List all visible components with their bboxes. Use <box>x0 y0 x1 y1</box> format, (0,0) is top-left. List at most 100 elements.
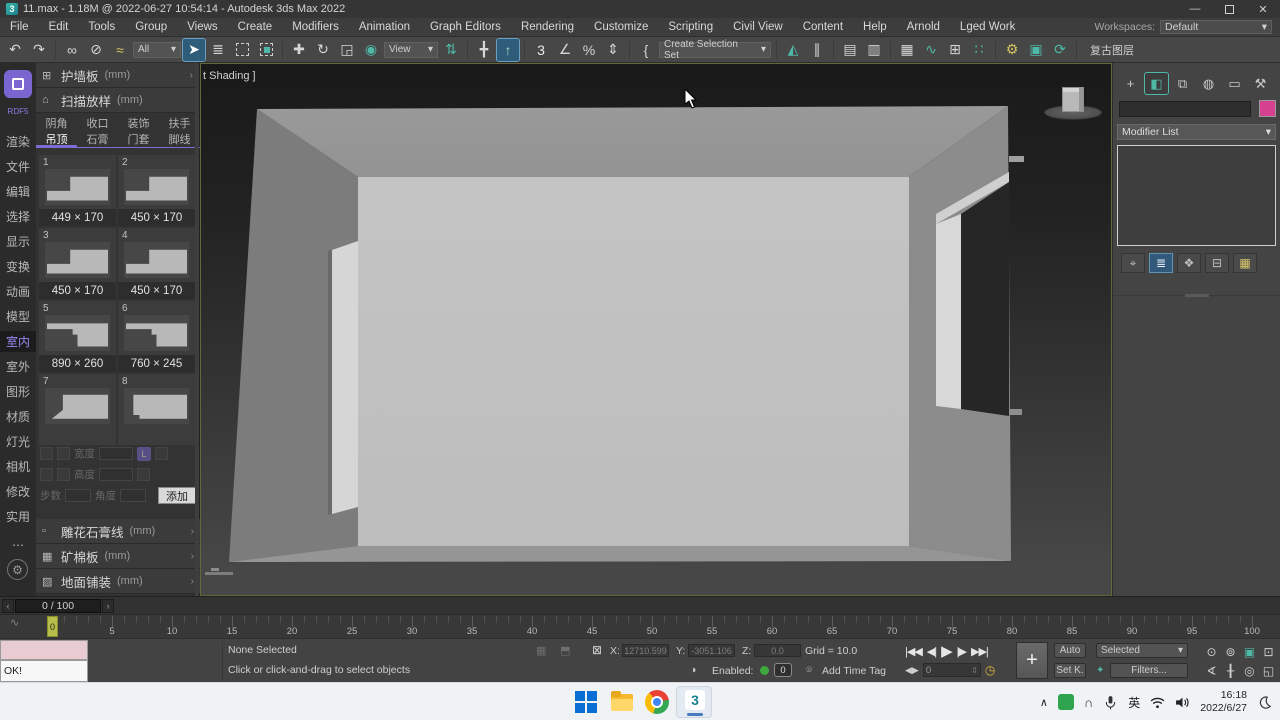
profile-item-3[interactable]: 3 450 × 170 <box>39 228 116 299</box>
profile-item-4[interactable]: 4 450 × 170 <box>118 228 195 299</box>
prev-key-button[interactable]: ◀| <box>927 645 937 658</box>
render-setup-icon[interactable]: ⚙ <box>1001 39 1023 61</box>
maxscript-listener-output[interactable]: OK! <box>0 660 88 682</box>
object-color-swatch[interactable] <box>1259 100 1276 117</box>
frame-number-spinner[interactable]: 0 ⇕ <box>922 663 981 677</box>
rail-item-15[interactable]: 修改 <box>0 481 36 502</box>
rail-item-2[interactable]: 文件 <box>0 156 36 177</box>
wifi-icon[interactable] <box>1150 695 1165 710</box>
transform-typein-icon[interactable]: ⊠ <box>592 643 602 657</box>
select-rotate-icon[interactable]: ↻ <box>312 39 334 61</box>
ref-coordsys-dropdown[interactable]: View ▾ <box>384 41 438 58</box>
remove-modifier-button[interactable]: ⊟ <box>1205 253 1229 273</box>
material-editor-icon[interactable]: ∷ <box>968 39 990 61</box>
select-place-icon[interactable]: ◉ <box>360 39 382 61</box>
tab-脚线[interactable]: 脚线 <box>159 131 200 147</box>
select-move-icon[interactable]: ✚ <box>288 39 310 61</box>
redo-icon[interactable]: ↷ <box>28 39 50 61</box>
menu-graph-editors[interactable]: Graph Editors <box>420 18 511 36</box>
profile-item-6[interactable]: 6 760 × 245 <box>118 301 195 372</box>
render-production-icon[interactable]: ⟳ <box>1049 39 1071 61</box>
rect-selection-region-icon[interactable] <box>231 39 253 61</box>
minimize-button[interactable]: — <box>1178 0 1212 18</box>
schematic-view-icon[interactable]: ⊞ <box>944 39 966 61</box>
section-header-3[interactable]: ▫ 雕花石膏线 (mm) › <box>36 519 200 544</box>
menu-edit[interactable]: Edit <box>39 18 79 36</box>
prev-frame-button[interactable]: ‹ <box>2 599 14 613</box>
enabled-count-badge[interactable]: 0 <box>774 663 792 677</box>
panel-scrollbar[interactable] <box>195 63 199 596</box>
tab-门套[interactable]: 门套 <box>118 131 159 147</box>
selection-lock-icon[interactable]: ⬒ <box>560 644 570 657</box>
percent-snap-icon[interactable]: % <box>578 39 600 61</box>
add-time-tag-button[interactable]: Add Time Tag <box>822 665 886 677</box>
close-button[interactable]: ✕ <box>1246 0 1280 18</box>
menu-lged-work[interactable]: Lged Work <box>950 18 1025 36</box>
make-unique-button[interactable]: ❖ <box>1177 253 1201 273</box>
panel-divider[interactable] <box>1113 294 1280 297</box>
tray-clock[interactable]: 16:18 2022/6/27 <box>1200 689 1247 715</box>
menu-scripting[interactable]: Scripting <box>658 18 723 36</box>
spinner-snap-icon[interactable]: ⇕ <box>602 39 624 61</box>
rail-item-8[interactable]: 模型 <box>0 306 36 327</box>
key-selection-dropdown[interactable]: Selected ▾ <box>1096 643 1188 658</box>
angle-snap-icon[interactable]: ∠ <box>554 39 576 61</box>
selection-filter-dropdown[interactable]: All ▾ <box>133 41 181 58</box>
utilities-tab[interactable]: ⚒ <box>1249 73 1272 94</box>
volume-icon[interactable] <box>1175 695 1190 710</box>
create-tab[interactable]: + <box>1119 73 1142 94</box>
pin-stack-button[interactable]: ⌖ <box>1121 253 1145 273</box>
play-button[interactable]: ▶ <box>941 642 953 660</box>
rendered-frame-icon[interactable]: ▣ <box>1025 39 1047 61</box>
next-key-button[interactable]: |▶ <box>957 645 967 658</box>
rail-item-11[interactable]: 图形 <box>0 381 36 402</box>
set-key-button[interactable]: Set K. <box>1054 663 1086 678</box>
fov-icon[interactable]: ∢ <box>1202 661 1221 680</box>
menu-file[interactable]: File <box>0 18 39 36</box>
motion-tab[interactable]: ◍ <box>1197 73 1220 94</box>
x-coordinate-field[interactable]: 12710.599 <box>622 644 669 657</box>
profile-item-1[interactable]: 1 449 × 170 <box>39 155 116 226</box>
select-by-name-icon[interactable]: ≣ <box>207 39 229 61</box>
workspaces-dropdown[interactable]: Default ▾ <box>1160 20 1272 34</box>
rail-item-14[interactable]: 相机 <box>0 456 36 477</box>
menu-arnold[interactable]: Arnold <box>897 18 950 36</box>
rail-item-5[interactable]: 显示 <box>0 231 36 252</box>
named-selection-dropdown[interactable]: Create Selection Set ▾ <box>659 39 771 61</box>
menu-create[interactable]: Create <box>228 18 283 36</box>
orbit-icon[interactable]: ◎ <box>1240 661 1259 680</box>
tab-石膏[interactable]: 石膏 <box>77 131 118 147</box>
tray-overflow-button[interactable]: ∧ <box>1040 696 1048 709</box>
next-step-button[interactable] <box>57 447 70 460</box>
focus-assist-moon-icon[interactable] <box>1257 695 1272 710</box>
go-start-button[interactable]: |◀◀ <box>905 645 923 658</box>
rail-item-12[interactable]: 材质 <box>0 406 36 427</box>
rail-item-9[interactable]: 室内 <box>0 331 36 352</box>
profile-item-8[interactable]: 8 <box>118 374 195 445</box>
angle-input[interactable] <box>120 489 146 502</box>
menu-group[interactable]: Group <box>125 18 177 36</box>
start-button[interactable] <box>574 690 598 714</box>
rail-item-1[interactable]: 渲染 <box>0 131 36 152</box>
menu-content[interactable]: Content <box>793 18 853 36</box>
rail-item-7[interactable]: 动画 <box>0 281 36 302</box>
go-end-button[interactable]: ▶▶| <box>971 645 989 658</box>
tab-装饰[interactable]: 装饰 <box>118 114 159 131</box>
undo-icon[interactable]: ↶ <box>4 39 26 61</box>
curve-editor-icon[interactable]: ∿ <box>920 39 942 61</box>
keyboard-override-icon[interactable]: ↑ <box>496 37 520 62</box>
unlink-icon[interactable]: ⊘ <box>85 39 107 61</box>
modifier-stack[interactable] <box>1117 145 1276 246</box>
width-input[interactable] <box>99 447 133 460</box>
set-keys-button[interactable]: + <box>1016 642 1048 679</box>
ime-indicator[interactable]: 英 <box>1128 694 1140 711</box>
tray-dark-app-icon[interactable]: ∩ <box>1084 695 1093 710</box>
key-step-arrows[interactable]: ◀▶ <box>905 665 919 676</box>
hierarchy-tab[interactable]: ⧉ <box>1171 73 1194 94</box>
chrome-icon[interactable] <box>645 690 669 714</box>
microphone-icon[interactable] <box>1103 695 1118 710</box>
section-header-sweep[interactable]: ⌂ 扫描放样 (mm) <box>36 88 199 113</box>
menu-rendering[interactable]: Rendering <box>511 18 584 36</box>
profile-item-2[interactable]: 2 450 × 170 <box>118 155 195 226</box>
show-end-result-button[interactable]: ≣ <box>1149 253 1173 273</box>
